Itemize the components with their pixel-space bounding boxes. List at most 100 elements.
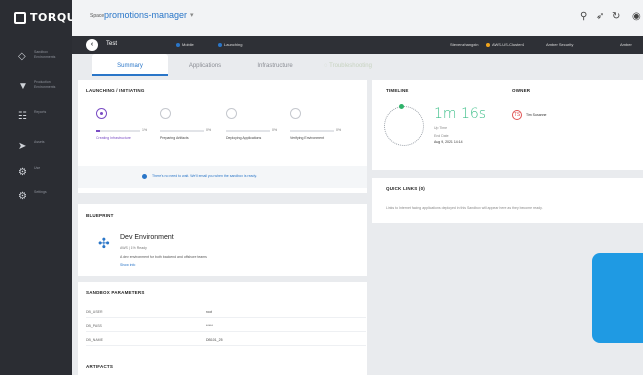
progress-bar <box>160 130 204 132</box>
promo-panel <box>592 253 643 343</box>
refresh-icon[interactable]: ↻ <box>612 12 620 22</box>
launching-heading: LAUNCHING / INITIATING <box>86 88 145 93</box>
sidebar-item-sandbox[interactable]: ◇ Sandbox Environments <box>0 42 72 72</box>
tab-bar: Summary Applications Infrastructure ◌ Tr… <box>72 54 643 76</box>
timeline-ring-icon <box>384 104 424 146</box>
back-button[interactable]: ‹ <box>86 39 98 51</box>
tab-troubleshooting[interactable]: ◌ Troubleshooting <box>308 54 388 76</box>
sidebar-item-label: Reports <box>34 110 47 114</box>
parameters-card: SANDBOX PARAMETERS DB_USER root DB_PASS … <box>78 282 367 375</box>
environment-name: Test <box>106 41 118 47</box>
reports-icon: ☷ <box>18 111 27 122</box>
top-bar: Space promotions-manager ▾ ⚲ ➶ ↻ ◉ <box>72 0 643 36</box>
notice-bar: There's no need to wait. We'll email you… <box>78 166 367 188</box>
step-preparing-artifacts: 0% Preparing Artifacts <box>160 108 220 140</box>
sidebar-item-settings[interactable]: ⚙ Settings <box>0 182 72 212</box>
settings-icon: ⚙ <box>18 191 27 202</box>
search-icon[interactable]: ⚲ <box>580 12 587 22</box>
user-icon[interactable]: ◉ <box>632 12 641 22</box>
timeline-card: TIMELINE 1m 16s Up Time End Date Aug 9, … <box>372 80 643 170</box>
env-status: Launching <box>218 42 242 47</box>
timeline-heading: TIMELINE <box>386 88 409 93</box>
progress-bar <box>290 130 334 132</box>
tab-infrastructure[interactable]: Infrastructure <box>242 54 308 76</box>
progress-fill <box>96 130 101 132</box>
env-region: AWS-US-Cluster4 <box>486 42 524 47</box>
tab-summary[interactable]: Summary <box>92 54 168 76</box>
progress-bar <box>96 130 140 132</box>
step-active-icon <box>96 108 107 119</box>
show-info-link[interactable]: Show info <box>120 263 135 267</box>
step-creating-infrastructure: 1% Creating Infrastructure <box>96 108 156 140</box>
owner-heading: OWNER <box>512 88 531 93</box>
sidebar-item-production[interactable]: ▼ Production Environments <box>0 72 72 102</box>
sidebar-item-label: Use <box>34 166 41 170</box>
elapsed-label: Up Time <box>434 126 448 130</box>
space-selector[interactable]: promotions-manager <box>104 10 187 20</box>
step-label: Deploying Applications <box>226 136 262 140</box>
notice-text: There's no need to wait. We'll email you… <box>152 174 257 178</box>
environment-bar: ‹ Test Mobile Launching Stevenzhangxin A… <box>72 36 643 54</box>
parameter-value: ***** <box>206 324 213 328</box>
blueprint-name[interactable]: Dev Environment <box>120 234 174 241</box>
progress-bar <box>226 130 270 132</box>
elapsed-time: 1m 16s <box>434 106 487 122</box>
parameter-key: DB_PASS <box>86 324 102 328</box>
parameter-value: root <box>206 310 213 314</box>
step-pending-icon <box>226 108 237 119</box>
sidebar-item-label: Assets <box>34 140 45 144</box>
blueprint-heading: BLUEPRINT <box>86 213 114 218</box>
env-action-security[interactable]: Amber Security <box>546 42 573 47</box>
progress-percent: 0% <box>206 128 212 132</box>
funnel-icon: ▼ <box>18 81 28 92</box>
env-action-more[interactable]: Amber <box>620 42 632 47</box>
step-pending-icon <box>160 108 171 119</box>
parameter-key: DB_NAME <box>86 338 103 342</box>
quick-links-card: QUICK LINKS (0) Links to Internet facing… <box>372 178 643 223</box>
progress-percent: 1% <box>142 128 148 132</box>
step-deploying-applications: 0% Deploying Applications <box>226 108 286 140</box>
logo-icon <box>14 11 26 24</box>
blueprint-icon: ✣ <box>98 235 110 251</box>
tab-applications[interactable]: Applications <box>170 54 240 76</box>
send-icon[interactable]: ➶ <box>596 12 604 22</box>
artifacts-heading: ARTIFACTS <box>86 364 114 369</box>
parameter-key: DB_USER <box>86 310 103 314</box>
parameter-row: DB_NAME DB101_25 <box>86 334 366 346</box>
sidebar: TORQUE ◇ Sandbox Environments ▼ Producti… <box>0 0 84 375</box>
parameters-heading: SANDBOX PARAMETERS <box>86 290 145 295</box>
rocket-icon: ➤ <box>18 141 27 152</box>
end-date-label: End Date <box>434 134 449 138</box>
step-verifying-environment: 0% Verifying Environment <box>290 108 350 140</box>
sidebar-item-label: Sandbox Environments <box>34 50 56 59</box>
progress-percent: 0% <box>336 128 342 132</box>
step-label: Creating Infrastructure <box>96 136 131 140</box>
region-icon <box>486 42 490 47</box>
progress-percent: 0% <box>272 128 278 132</box>
info-icon <box>142 174 147 179</box>
space-label: Space <box>90 13 105 19</box>
chevron-down-icon[interactable]: ▾ <box>190 11 194 19</box>
parameter-value: DB101_25 <box>206 338 223 342</box>
quick-links-heading: QUICK LINKS (0) <box>386 186 425 191</box>
parameter-row: DB_PASS ***** <box>86 320 366 332</box>
step-label: Verifying Environment <box>290 136 325 140</box>
status-dot-icon <box>218 42 222 47</box>
quick-links-text: Links to Internet facing applications de… <box>386 206 543 210</box>
sidebar-item-reports[interactable]: ☷ Reports <box>0 102 72 132</box>
end-date-value: Aug 9, 2021 14:14 <box>434 140 463 144</box>
blueprint-meta: AWS | 1% Ready <box>120 246 147 250</box>
step-pending-icon <box>290 108 301 119</box>
blueprint-description: A dev environment for both backend and o… <box>120 255 207 259</box>
parameter-row: DB_USER root <box>86 306 366 318</box>
launching-card: LAUNCHING / INITIATING 1% Creating Infra… <box>78 80 367 193</box>
step-label: Preparing Artifacts <box>160 136 189 140</box>
avatar: TS <box>512 110 522 120</box>
env-owner: Stevenzhangxin <box>450 42 479 47</box>
env-mode: Mobile <box>176 42 194 47</box>
cog-icon: ⚙ <box>18 167 27 178</box>
sidebar-item-label: Settings <box>34 190 47 194</box>
status-dot-icon <box>176 42 180 47</box>
sidebar-item-label: Production Environments <box>34 80 56 89</box>
owner-name: Tim Susanne <box>526 113 547 117</box>
